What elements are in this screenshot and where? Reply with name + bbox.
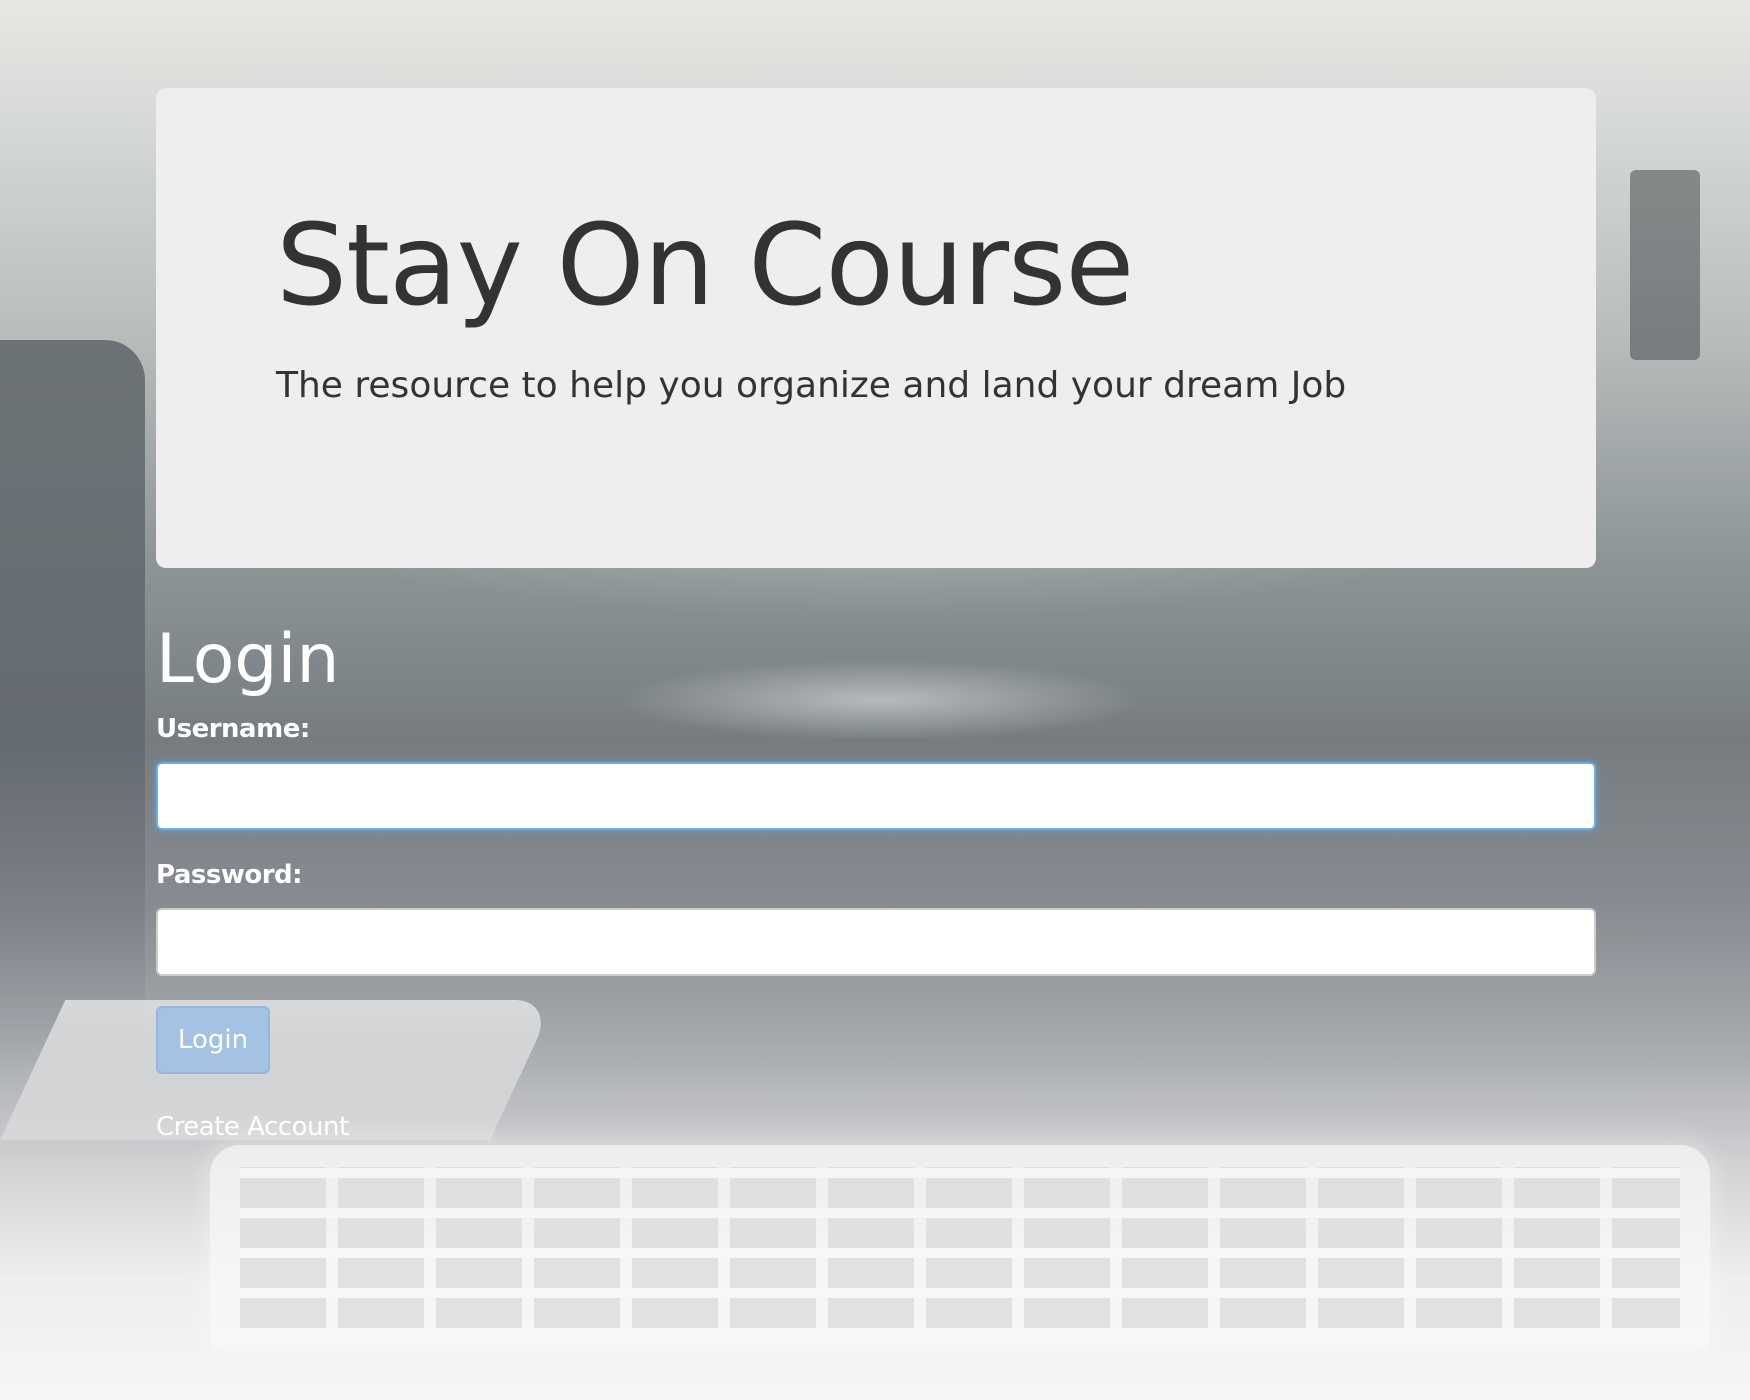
password-label: Password: bbox=[156, 860, 303, 890]
username-label: Username: bbox=[156, 714, 310, 744]
hero-title: Stay On Course bbox=[276, 201, 1134, 331]
hero-subtitle: The resource to help you organize and la… bbox=[276, 365, 1347, 406]
login-button[interactable]: Login bbox=[156, 1006, 270, 1074]
username-input[interactable] bbox=[156, 762, 1596, 830]
login-form: Login Username: Password: Login Create A… bbox=[156, 620, 1596, 1144]
background-keyboard-shape bbox=[210, 1145, 1710, 1350]
login-heading: Login bbox=[156, 620, 340, 699]
background-monitor-shape bbox=[0, 340, 145, 1060]
create-account-link[interactable]: Create Account bbox=[156, 1110, 1596, 1144]
hero-banner: Stay On Course The resource to help you … bbox=[156, 88, 1596, 568]
background-object-shape bbox=[1630, 170, 1700, 360]
page-container: Stay On Course The resource to help you … bbox=[156, 88, 1596, 1144]
background-keyboard-keys bbox=[240, 1167, 1680, 1328]
password-input[interactable] bbox=[156, 908, 1596, 976]
